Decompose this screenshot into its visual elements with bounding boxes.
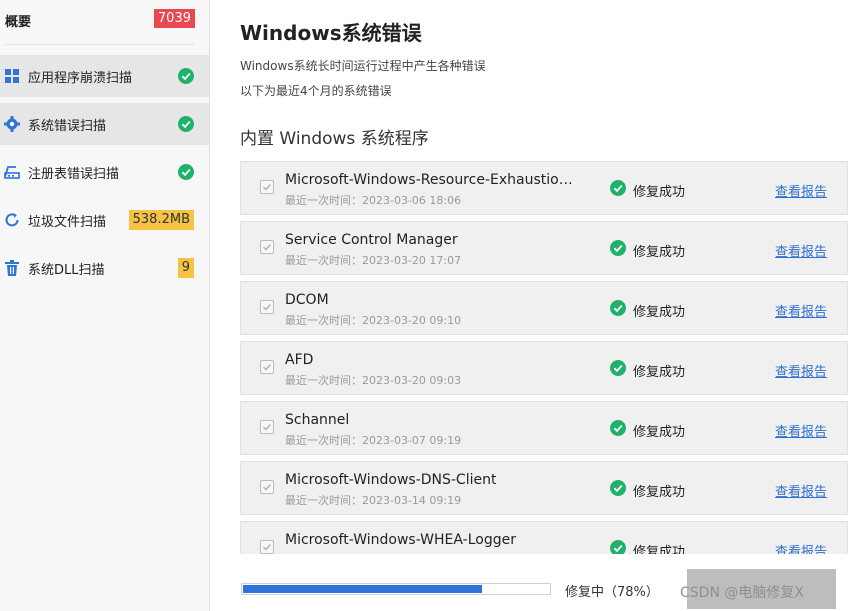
watermark-text: CSDN @电脑修复X [680, 585, 804, 601]
sidebar: 概要 7039 应用程序崩溃扫描 系统错误扫描 注册表错误扫描 垃圾文件扫描 5… [0, 0, 210, 611]
item-name: Microsoft-Windows-DNS-Client [285, 472, 497, 488]
overview-title: 概要 [5, 15, 32, 30]
item-status: 修复成功 [633, 485, 686, 500]
check-circle-icon [610, 540, 626, 554]
list-item: Microsoft-Windows-Resource-Exhaustion...… [240, 161, 848, 215]
view-report-link[interactable]: 查看报告 [775, 421, 827, 440]
trash-icon [4, 260, 20, 276]
item-last-time: 最近一次时间：2023-03-07 09:19 [285, 434, 462, 447]
list-item: Microsoft-Windows-WHEA-Logger 修复成功 查看报告 [240, 521, 848, 554]
check-circle-icon [610, 180, 626, 196]
row-checkbox[interactable] [260, 300, 274, 314]
item-last-time: 最近一次时间：2023-03-06 18:06 [285, 194, 462, 207]
item-status: 修复成功 [633, 185, 686, 200]
view-report-link[interactable]: 查看报告 [775, 241, 827, 260]
item-last-time: 最近一次时间：2023-03-20 09:10 [285, 314, 462, 327]
error-list[interactable]: Microsoft-Windows-Resource-Exhaustion...… [240, 161, 848, 554]
item-status: 修复成功 [633, 425, 686, 440]
item-status: 修复成功 [633, 305, 686, 320]
row-checkbox[interactable] [260, 480, 274, 494]
view-report-link[interactable]: 查看报告 [775, 361, 827, 380]
repair-progress-label: 修复中（78%） [565, 585, 659, 600]
check-circle-icon [178, 116, 194, 132]
overview-divider [5, 44, 194, 45]
item-name: Schannel [285, 412, 350, 428]
registry-icon [4, 164, 20, 180]
list-item: AFD 最近一次时间：2023-03-20 09:03 修复成功 查看报告 [240, 341, 848, 395]
sidebar-item-app-crash-scan[interactable]: 应用程序崩溃扫描 [0, 55, 209, 97]
repair-progress-fill [243, 585, 482, 593]
check-circle-icon [178, 164, 194, 180]
sidebar-item-label: 垃圾文件扫描 [28, 214, 107, 230]
gear-icon [4, 116, 20, 132]
item-name: Microsoft-Windows-WHEA-Logger [285, 532, 516, 548]
item-status: 修复成功 [633, 545, 686, 554]
sidebar-item-label: 系统错误扫描 [28, 118, 107, 134]
sidebar-item-system-error-scan[interactable]: 系统错误扫描 [0, 103, 209, 145]
refresh-icon [4, 212, 20, 228]
item-status: 修复成功 [633, 365, 686, 380]
check-circle-icon [610, 240, 626, 256]
view-report-link[interactable]: 查看报告 [775, 481, 827, 500]
page-subdescription: 以下为最近4个月的系统错误 [240, 84, 392, 98]
item-name: DCOM [285, 292, 329, 308]
grid-apps-icon [4, 68, 20, 84]
junk-size-badge: 538.2MB [128, 210, 194, 230]
row-checkbox[interactable] [260, 420, 274, 434]
item-name: Microsoft-Windows-Resource-Exhaustion... [285, 172, 580, 188]
dll-count-badge: 9 [177, 258, 194, 278]
main-panel: Windows系统错误 Windows系统长时间运行过程中产生各种错误 以下为最… [240, 0, 852, 611]
check-circle-icon [610, 360, 626, 376]
item-last-time: 最近一次时间：2023-03-20 09:03 [285, 374, 462, 387]
page-title: Windows系统错误 [240, 21, 422, 45]
row-checkbox[interactable] [260, 240, 274, 254]
sidebar-item-registry-scan[interactable]: 注册表错误扫描 [0, 151, 209, 193]
check-circle-icon [610, 480, 626, 496]
item-last-time: 最近一次时间：2023-03-20 17:07 [285, 254, 462, 267]
list-item: Service Control Manager 最近一次时间：2023-03-2… [240, 221, 848, 275]
section-title: 内置 Windows 系统程序 [240, 129, 429, 149]
item-name: Service Control Manager [285, 232, 458, 248]
sidebar-item-label: 注册表错误扫描 [28, 166, 120, 182]
view-report-link[interactable]: 查看报告 [775, 541, 827, 554]
row-checkbox[interactable] [260, 540, 274, 554]
list-item: DCOM 最近一次时间：2023-03-20 09:10 修复成功 查看报告 [240, 281, 848, 335]
page-description: Windows系统长时间运行过程中产生各种错误 [240, 59, 486, 73]
list-item: Microsoft-Windows-DNS-Client 最近一次时间：2023… [240, 461, 848, 515]
sidebar-item-junk-file-scan[interactable]: 垃圾文件扫描 538.2MB [0, 199, 209, 241]
row-checkbox[interactable] [260, 360, 274, 374]
list-item: Schannel 最近一次时间：2023-03-07 09:19 修复成功 查看… [240, 401, 848, 455]
item-last-time: 最近一次时间：2023-03-14 09:19 [285, 494, 462, 507]
item-name: AFD [285, 352, 314, 368]
repair-progress-bar [241, 583, 551, 595]
overview-count-badge: 7039 [153, 9, 195, 28]
sidebar-item-label: 应用程序崩溃扫描 [28, 70, 133, 86]
check-circle-icon [178, 68, 194, 84]
sidebar-item-label: 系统DLL扫描 [28, 262, 105, 278]
view-report-link[interactable]: 查看报告 [775, 181, 827, 200]
check-circle-icon [610, 300, 626, 316]
item-status: 修复成功 [633, 245, 686, 260]
check-circle-icon [610, 420, 626, 436]
sidebar-item-dll-scan[interactable]: 系统DLL扫描 9 [0, 247, 209, 289]
view-report-link[interactable]: 查看报告 [775, 301, 827, 320]
overview-header[interactable]: 概要 7039 [0, 0, 210, 44]
row-checkbox[interactable] [260, 180, 274, 194]
